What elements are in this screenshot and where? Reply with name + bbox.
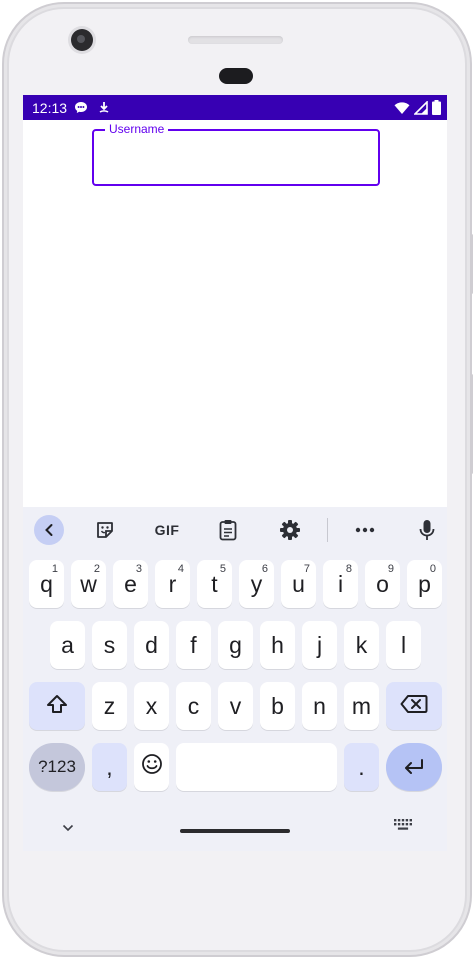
gif-button[interactable]: GIF [147, 515, 187, 545]
microphone-icon[interactable] [412, 515, 442, 545]
download-icon [98, 101, 110, 119]
key-p[interactable]: p0 [407, 560, 442, 608]
key-q[interactable]: q1 [29, 560, 64, 608]
space-key[interactable] [176, 743, 337, 791]
key-j[interactable]: j [302, 621, 337, 669]
status-time: 12:13 [32, 100, 68, 116]
key-i[interactable]: i8 [323, 560, 358, 608]
keyboard-toolbar: GIF [23, 507, 447, 553]
key-d[interactable]: d [134, 621, 169, 669]
username-field[interactable]: Username [92, 122, 380, 186]
keyboard-switch-icon[interactable] [394, 818, 412, 836]
emoji-key[interactable] [134, 743, 169, 791]
sticker-icon[interactable] [90, 515, 120, 545]
key-a[interactable]: a [50, 621, 85, 669]
backspace-icon [400, 693, 428, 720]
soft-keyboard: GIF q1 w2 e3 r4 t5 y6 u7 i8 o9 p0 a s d … [23, 507, 447, 851]
clipboard-icon[interactable] [213, 515, 243, 545]
enter-key[interactable] [386, 743, 442, 791]
key-k[interactable]: k [344, 621, 379, 669]
key-y[interactable]: y6 [239, 560, 274, 608]
emoji-icon [141, 753, 163, 781]
key-l[interactable]: l [386, 621, 421, 669]
key-w[interactable]: w2 [71, 560, 106, 608]
key-e[interactable]: e3 [113, 560, 148, 608]
key-n[interactable]: n [302, 682, 337, 730]
key-c[interactable]: c [176, 682, 211, 730]
screen: 12:13 Username GIF q 1 w 2 e 3 r 4 t 5 y… [23, 95, 447, 851]
chat-icon [74, 101, 88, 119]
key-v[interactable]: v [218, 682, 253, 730]
more-icon[interactable] [350, 515, 380, 545]
battery-icon [432, 100, 441, 120]
username-label: Username [105, 122, 169, 136]
status-bar: 12:13 [23, 95, 447, 120]
home-gesture-pill[interactable] [180, 829, 290, 833]
key-u[interactable]: u7 [281, 560, 316, 608]
wifi-icon [394, 101, 410, 120]
key-r[interactable]: r4 [155, 560, 190, 608]
symbols-key[interactable]: ?123 [29, 743, 85, 791]
key-x[interactable]: x [134, 682, 169, 730]
front-camera [71, 29, 93, 51]
signal-icon [413, 99, 428, 120]
earpiece-speaker [188, 36, 283, 44]
key-b[interactable]: b [260, 682, 295, 730]
back-chevron-icon[interactable] [34, 515, 64, 545]
key-g[interactable]: g [218, 621, 253, 669]
gear-icon[interactable] [275, 515, 305, 545]
username-input[interactable] [108, 149, 366, 171]
shift-key[interactable] [29, 682, 85, 730]
key-m[interactable]: m [344, 682, 379, 730]
key-o[interactable]: o9 [365, 560, 400, 608]
backspace-key[interactable] [386, 682, 442, 730]
power-button [470, 234, 473, 294]
navigation-bar [23, 803, 447, 851]
key-t[interactable]: t5 [197, 560, 232, 608]
chevron-down-icon[interactable] [62, 819, 74, 837]
enter-icon [403, 754, 425, 781]
key-f[interactable]: f [176, 621, 211, 669]
period-key[interactable]: . [344, 743, 379, 791]
key-s[interactable]: s [92, 621, 127, 669]
proximity-sensor [219, 68, 253, 84]
volume-button [470, 374, 473, 474]
toolbar-divider [327, 518, 328, 542]
key-z[interactable]: z [92, 682, 127, 730]
shift-icon [46, 693, 68, 720]
comma-key[interactable]: , [92, 743, 127, 791]
key-h[interactable]: h [260, 621, 295, 669]
